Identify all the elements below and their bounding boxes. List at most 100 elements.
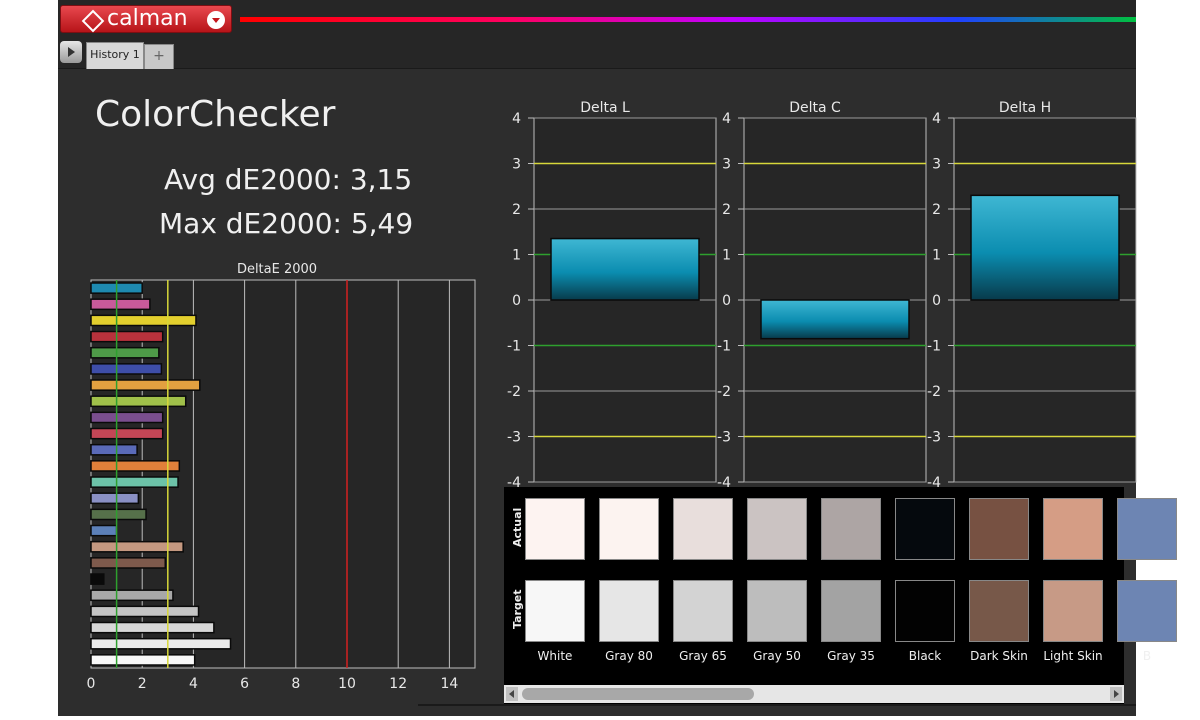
swatch-name: Gray 80 (605, 649, 653, 663)
scroll-thumb[interactable] (522, 688, 754, 700)
deltae-bar (90, 605, 200, 618)
avg-de2000-label: Avg dE2000: 3,15 (164, 163, 413, 196)
x-tick-label: 2 (138, 676, 147, 692)
delta-c-bar (760, 299, 910, 340)
add-tab-button[interactable]: + (144, 44, 174, 69)
target-swatch (821, 580, 881, 642)
target-swatch (969, 580, 1029, 642)
y-tick-label: -2 (507, 384, 521, 400)
y-tick-label: -1 (927, 339, 941, 355)
play-button[interactable] (60, 41, 82, 63)
deltae-bar (90, 508, 147, 521)
deltae-bar (90, 492, 140, 505)
x-tick-label: 10 (338, 676, 356, 692)
deltae-bar (90, 346, 160, 359)
deltae-bar (90, 637, 232, 650)
deltae-chart-title: DeltaE 2000 (237, 262, 317, 277)
actual-swatch (525, 498, 585, 560)
target-swatch (747, 580, 807, 642)
y-tick-label: -3 (717, 430, 731, 446)
deltae-bar (90, 557, 166, 569)
y-tick-label: 3 (512, 157, 521, 173)
actual-swatch (969, 498, 1029, 560)
deltae-bar (90, 621, 215, 634)
delta-h-bar (970, 194, 1120, 301)
calman-window: calman History 1 + ColorChecker Avg dE20… (58, 0, 1177, 716)
deltae-2000-chart: DeltaE 2000 0 2 4 6 8 10 12 14 (87, 262, 476, 692)
top-bar: calman (58, 0, 1136, 36)
x-tick-label: 4 (189, 676, 198, 692)
deltae-bar (90, 654, 196, 666)
y-tick-label: 1 (932, 248, 941, 264)
deltae-bar (90, 363, 163, 375)
y-tick-label: 3 (932, 157, 941, 173)
divider (418, 704, 1136, 706)
delta-c-title: Delta C (789, 100, 841, 116)
actual-swatch (599, 498, 659, 560)
max-de2000-label: Max dE2000: 5,49 (159, 207, 414, 240)
logo-text: calman (107, 6, 188, 31)
deltae-bar (90, 589, 174, 602)
swatch-name: Light Skin (1043, 649, 1103, 663)
deltae-bar (90, 443, 138, 456)
y-tick-label: 0 (722, 293, 731, 309)
y-tick-label: 1 (512, 248, 521, 264)
deltae-bar (90, 476, 179, 488)
x-tick-label: 6 (240, 676, 249, 692)
y-tick-label: -2 (717, 384, 731, 400)
actual-swatch (1117, 498, 1177, 560)
deltae-bar (90, 379, 201, 391)
target-swatch (673, 580, 733, 642)
deltae-bar (90, 460, 181, 472)
swatch-name: Dark Skin (970, 649, 1028, 663)
y-tick-label: 2 (512, 202, 521, 218)
target-swatch (1043, 580, 1103, 642)
swatch-name: Gray 50 (753, 649, 801, 663)
y-tick-label: 1 (722, 248, 731, 264)
swatch-name: B (1142, 649, 1152, 663)
calman-logo-icon (81, 9, 105, 33)
y-tick-label: 3 (722, 157, 731, 173)
actual-swatch (821, 498, 881, 560)
y-tick-label: -2 (927, 384, 941, 400)
target-swatch (599, 580, 659, 642)
delta-h-title: Delta H (999, 100, 1051, 116)
y-tick-label: -3 (927, 430, 941, 446)
y-tick-label: 2 (722, 202, 731, 218)
tab-history-1[interactable]: History 1 (86, 42, 144, 69)
page-title: ColorChecker (95, 94, 336, 135)
deltae-bar (90, 524, 118, 537)
x-tick-label: 0 (87, 676, 96, 692)
horizontal-scrollbar[interactable] (504, 685, 1124, 703)
scroll-left-arrow-icon[interactable] (506, 687, 518, 701)
y-tick-label: -3 (507, 430, 521, 446)
actual-swatch (673, 498, 733, 560)
x-tick-label: 14 (440, 676, 458, 692)
scroll-right-arrow-icon[interactable] (1110, 687, 1122, 701)
actual-swatch (895, 498, 955, 560)
delta-l-title: Delta L (580, 100, 630, 116)
target-swatch (895, 580, 955, 642)
y-tick-label: 4 (512, 111, 521, 127)
deltae-bar (90, 395, 187, 408)
tab-bar: History 1 + (58, 36, 1136, 69)
actual-swatch (747, 498, 807, 560)
target-swatch (525, 580, 585, 642)
calman-menu-button[interactable]: calman (60, 5, 232, 33)
y-tick-label: 0 (512, 293, 521, 309)
swatch-name: Gray 65 (679, 649, 727, 663)
swatch-name: Gray 35 (827, 649, 875, 663)
chevron-down-icon[interactable] (207, 11, 225, 29)
y-tick-label: 0 (932, 293, 941, 309)
deltae-bar (90, 298, 151, 311)
delta-h-chart: Delta H43210-1-2-3-4 (927, 100, 1137, 491)
delta-c-chart: Delta C43210-1-2-3-4 (717, 100, 927, 491)
deltae-bar (90, 427, 164, 440)
y-tick-label: 2 (932, 202, 941, 218)
swatch-name: Black (908, 649, 942, 663)
y-tick-label: -1 (717, 339, 731, 355)
y-tick-label: 4 (722, 111, 731, 127)
y-tick-label: -1 (507, 339, 521, 355)
actual-swatch (1043, 498, 1103, 560)
swatch-panel: Actual Target White Gray 80 Gray 65 Gray 50… (504, 487, 1177, 705)
